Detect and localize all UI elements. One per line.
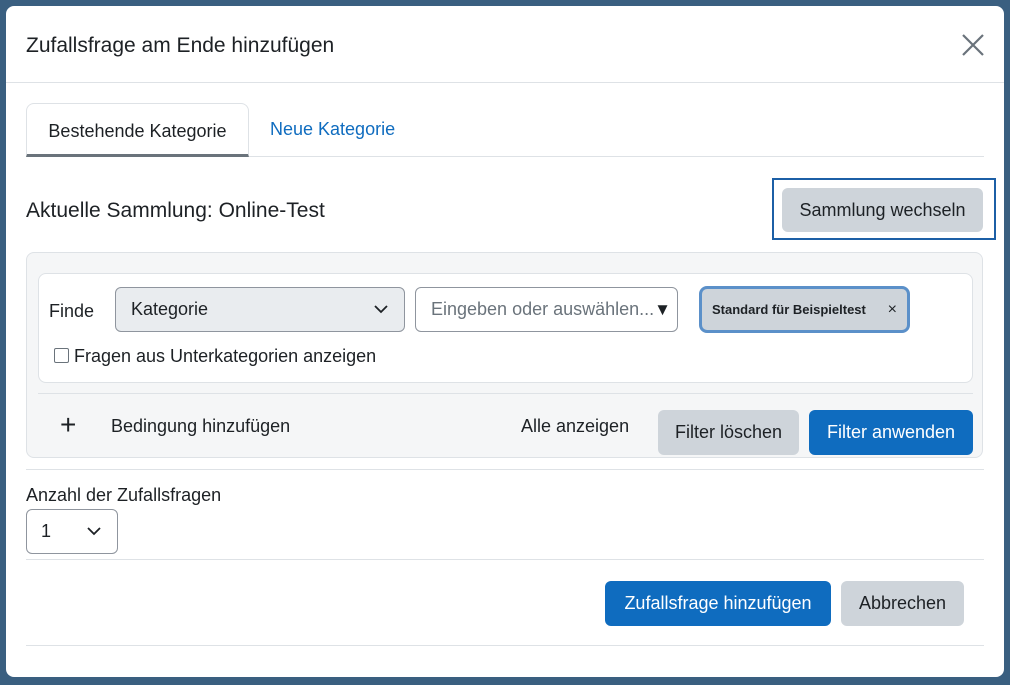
random-question-modal: Zufallsfrage am Ende hinzufügen Bestehen…: [6, 6, 1004, 677]
dropdown-arrow-icon[interactable]: ▼: [654, 288, 671, 331]
divider: [26, 469, 984, 470]
filter-divider: [38, 393, 973, 394]
cancel-button[interactable]: Abbrechen: [841, 581, 964, 626]
switch-collection-button[interactable]: Sammlung wechseln: [782, 188, 983, 232]
find-label: Finde: [49, 301, 95, 321]
remove-tag-icon[interactable]: ×: [888, 289, 897, 330]
subcategories-option[interactable]: Fragen aus Unterkategorien anzeigen: [54, 346, 376, 367]
category-search-input[interactable]: Eingeben oder auswählen... ▼: [415, 287, 678, 332]
filter-panel: Finde Kategorie Eingeben oder auswählen.…: [26, 252, 983, 458]
subcategories-checkbox[interactable]: [54, 348, 69, 363]
tab-new-category[interactable]: Neue Kategorie: [270, 103, 395, 155]
add-condition-button[interactable]: Bedingung hinzufügen: [111, 416, 290, 437]
category-search-placeholder: Eingeben oder auswählen...: [431, 299, 655, 319]
random-count-value: 1: [41, 521, 52, 541]
random-count-label: Anzahl der Zufallsfragen: [26, 485, 222, 505]
divider: [26, 559, 984, 560]
tab-existing-category[interactable]: Bestehende Kategorie: [26, 103, 249, 157]
clear-filters-button[interactable]: Filter löschen: [658, 410, 799, 455]
apply-filters-button[interactable]: Filter anwenden: [809, 410, 973, 455]
modal-title: Zufallsfrage am Ende hinzufügen: [26, 34, 335, 57]
current-collection-title: Aktuelle Sammlung: Online-Test: [26, 199, 325, 222]
plus-icon[interactable]: +: [60, 411, 76, 439]
close-icon[interactable]: [960, 32, 986, 58]
add-random-question-button[interactable]: Zufallsfrage hinzufügen: [605, 581, 831, 626]
category-tabs: Bestehende Kategorie Neue Kategorie: [26, 103, 984, 157]
divider: [26, 645, 984, 646]
filter-type-value: Kategorie: [131, 299, 209, 319]
selected-category-tag[interactable]: Standard für Beispieltest ×: [699, 286, 910, 333]
chevron-down-icon: [87, 527, 101, 536]
selected-category-label: Standard für Beispieltest: [712, 302, 866, 317]
chevron-down-icon: [374, 305, 388, 314]
show-all-link[interactable]: Alle anzeigen: [521, 416, 629, 437]
random-count-select[interactable]: 1: [26, 509, 118, 554]
subcategories-label: Fragen aus Unterkategorien anzeigen: [74, 346, 377, 366]
filter-type-select[interactable]: Kategorie: [115, 287, 405, 332]
modal-header: Zufallsfrage am Ende hinzufügen: [6, 6, 1004, 83]
filter-condition-row: Finde Kategorie Eingeben oder auswählen.…: [38, 273, 973, 383]
